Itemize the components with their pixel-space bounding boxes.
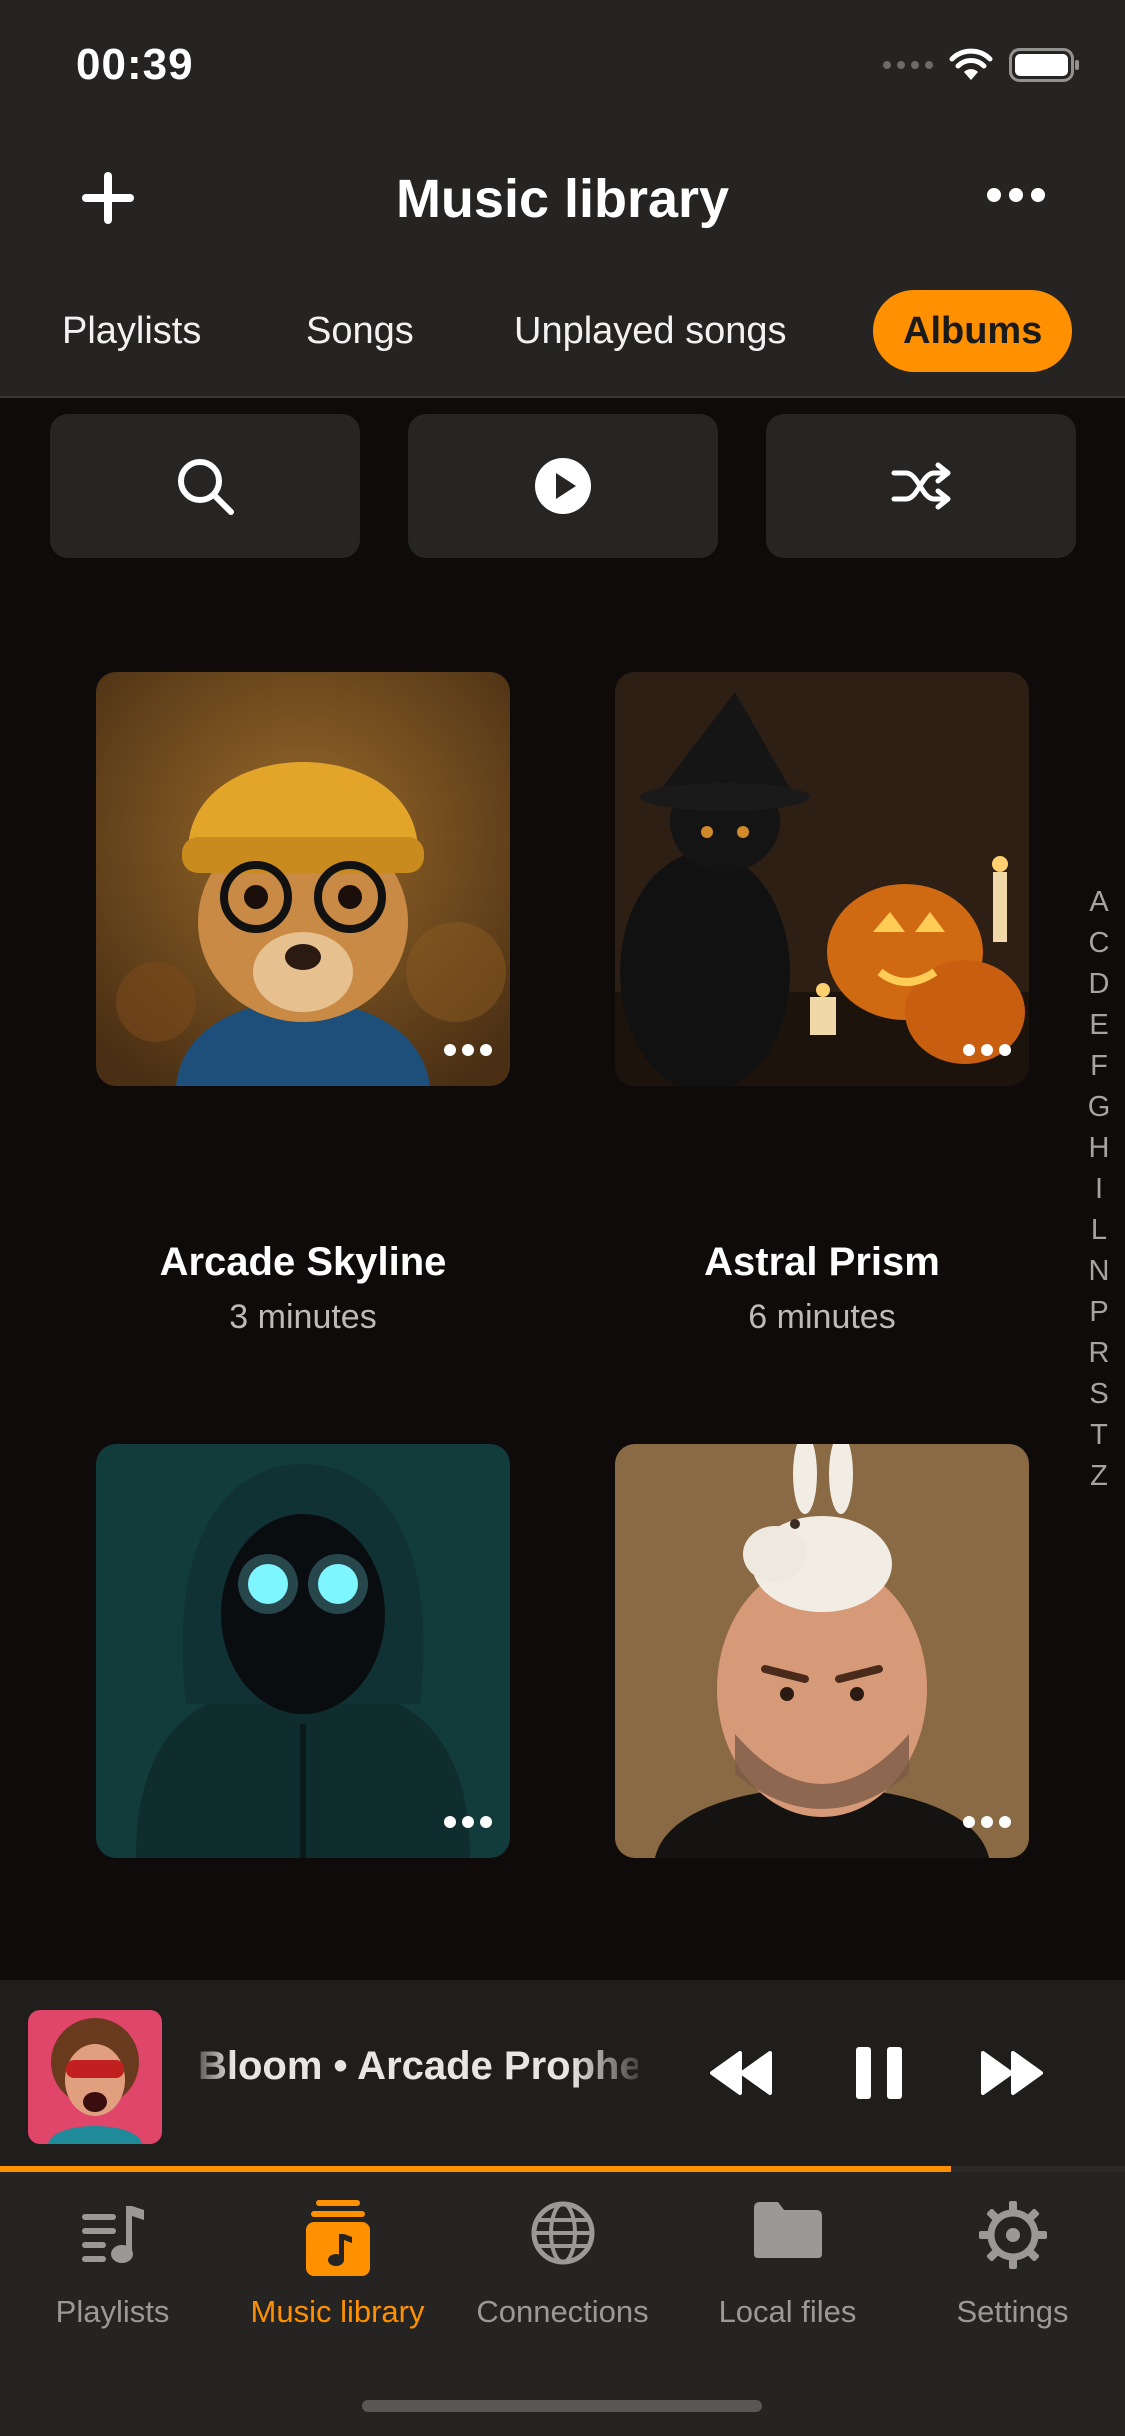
now-playing-text[interactable]: Bloom • Arcade Prophets <box>198 2044 638 2089</box>
index-letter[interactable]: N <box>1089 1251 1110 1292</box>
index-letter[interactable]: G <box>1088 1087 1111 1128</box>
search-button[interactable] <box>50 414 360 558</box>
album-art-dog[interactable] <box>96 672 510 1086</box>
status-time: 00:39 <box>76 40 194 89</box>
play-circle-icon <box>535 458 591 514</box>
tab-unplayed-songs[interactable]: Unplayed songs <box>514 290 787 372</box>
index-letter[interactable]: R <box>1089 1333 1110 1374</box>
album-title: Astral Prism <box>704 1240 940 1284</box>
index-letter[interactable]: T <box>1090 1415 1108 1456</box>
tab-albums[interactable]: Albums <box>873 290 1073 372</box>
index-letter[interactable]: L <box>1091 1210 1107 1251</box>
status-icons <box>883 48 1081 82</box>
library-tabs: Playlists Songs Unplayed songs Albums <box>0 270 1125 398</box>
album-title: Arcade Skyline <box>159 1240 447 1284</box>
play-all-button[interactable] <box>408 414 718 558</box>
album-more-icon[interactable] <box>444 1816 492 1828</box>
index-letter[interactable]: F <box>1090 1046 1108 1087</box>
tab-bar: Playlists Music library Connections Loca… <box>0 2172 1125 2436</box>
album-more-icon[interactable] <box>444 1044 492 1056</box>
rewind-button[interactable] <box>697 2028 787 2118</box>
mini-player[interactable]: Bloom • Arcade Prophets <box>0 1980 1125 2170</box>
tabbar-item-connections[interactable]: Connections <box>450 2172 675 2372</box>
tabbar-label: Music library <box>250 2294 425 2329</box>
alphabet-index[interactable]: A C D E F G H I L N P R S T Z <box>1079 882 1119 1497</box>
pause-button[interactable] <box>834 2028 924 2118</box>
index-letter[interactable]: I <box>1095 1169 1103 1210</box>
action-row <box>50 414 1076 558</box>
hooded-figure-glowing-eyes-image <box>96 1444 510 1858</box>
music-library-icon <box>305 2200 370 2276</box>
black-cat-with-pumpkins-image <box>615 672 1029 1086</box>
index-letter[interactable]: Z <box>1090 1456 1108 1497</box>
folder-icon <box>753 2202 822 2258</box>
index-letter[interactable]: P <box>1089 1292 1108 1333</box>
tabbar-label: Settings <box>956 2294 1069 2329</box>
battery-icon <box>1009 48 1079 82</box>
tabbar-item-playlists[interactable]: Playlists <box>0 2172 225 2372</box>
tabbar-label: Playlists <box>55 2294 170 2329</box>
playlists-icon <box>81 2206 144 2263</box>
shuffle-button[interactable] <box>766 414 1076 558</box>
rewind-icon <box>710 2051 772 2095</box>
home-indicator <box>362 2400 762 2412</box>
index-letter[interactable]: E <box>1089 1005 1108 1046</box>
bald-man-with-rabbit-image <box>615 1444 1029 1858</box>
dog-in-yellow-beanie-image <box>96 672 510 1086</box>
search-icon <box>178 459 234 515</box>
index-letter[interactable]: D <box>1089 964 1110 1005</box>
fast-forward-icon <box>981 2051 1043 2095</box>
status-bar: 00:39 <box>0 0 1125 130</box>
tab-songs[interactable]: Songs <box>306 290 414 372</box>
index-letter[interactable]: A <box>1089 882 1108 923</box>
tabbar-item-settings[interactable]: Settings <box>900 2172 1125 2372</box>
globe-icon <box>531 2201 594 2265</box>
album-art-cat[interactable] <box>615 672 1029 1086</box>
album-art-hooded-figure[interactable] <box>96 1444 510 1858</box>
more-options-icon[interactable] <box>987 188 1045 202</box>
tabbar-label: Local files <box>718 2294 857 2329</box>
tabbar-item-local-files[interactable]: Local files <box>675 2172 900 2372</box>
album-more-icon[interactable] <box>963 1816 1011 1828</box>
wifi-icon <box>949 48 993 80</box>
album-art-man-rabbit[interactable] <box>615 1444 1029 1858</box>
tabbar-item-music-library[interactable]: Music library <box>225 2172 450 2372</box>
pause-icon <box>856 2047 902 2099</box>
tab-playlists[interactable]: Playlists <box>62 290 201 372</box>
cellular-signal-icon <box>883 61 933 69</box>
album-duration: 6 minutes <box>748 1298 896 1336</box>
index-letter[interactable]: S <box>1089 1374 1108 1415</box>
gear-icon <box>978 2201 1047 2269</box>
nav-header: Music library <box>0 130 1125 270</box>
fast-forward-button[interactable] <box>966 2028 1056 2118</box>
album-more-icon[interactable] <box>963 1044 1011 1056</box>
index-letter[interactable]: H <box>1089 1128 1110 1169</box>
shuffle-icon <box>891 462 951 510</box>
tabbar-label: Connections <box>476 2294 649 2329</box>
album-duration: 3 minutes <box>229 1298 377 1336</box>
index-letter[interactable]: C <box>1089 923 1110 964</box>
screaming-person-image <box>28 2010 162 2144</box>
now-playing-artwork[interactable] <box>28 2010 162 2144</box>
page-title: Music library <box>395 169 730 229</box>
